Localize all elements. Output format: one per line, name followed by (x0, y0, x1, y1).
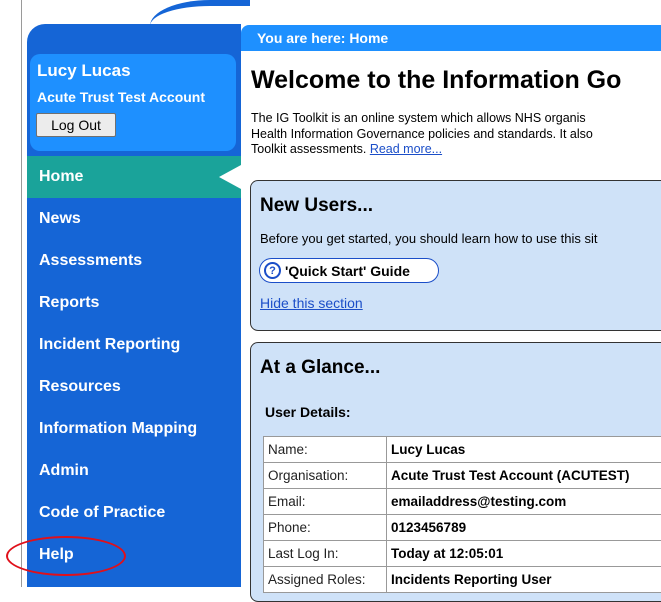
table-row: Name: Lucy Lucas (264, 437, 661, 463)
nav-item-home[interactable]: Home (27, 156, 241, 198)
intro-line-2: Health Information Governance policies a… (251, 127, 661, 143)
detail-key: Assigned Roles: (264, 567, 387, 593)
breadcrumb: You are here: Home (257, 30, 388, 46)
intro-line-3-text: Toolkit assessments. (251, 142, 366, 156)
detail-value: 0123456789 (387, 515, 661, 541)
user-details-label: User Details: (265, 404, 351, 420)
nav-item-news[interactable]: News (27, 198, 241, 240)
nav-item-assessments[interactable]: Assessments (27, 240, 241, 282)
quick-start-guide-button[interactable]: ? 'Quick Start' Guide (259, 258, 439, 283)
table-row: Phone: 0123456789 (264, 515, 661, 541)
read-more-link[interactable]: Read more... (370, 142, 442, 156)
question-mark-icon: ? (264, 262, 281, 279)
header-swoosh (150, 0, 250, 26)
detail-value: Today at 12:05:01 (387, 541, 661, 567)
nav-item-incident-reporting[interactable]: Incident Reporting (27, 324, 241, 366)
table-row: Last Log In: Today at 12:05:01 (264, 541, 661, 567)
help-highlight-annotation (6, 536, 126, 576)
new-users-text: Before you get started, you should learn… (260, 231, 597, 246)
nav-item-admin[interactable]: Admin (27, 450, 241, 492)
detail-value: Lucy Lucas (387, 437, 661, 463)
intro-line-1: The IG Toolkit is an online system which… (251, 111, 661, 127)
table-row: Assigned Roles: Incidents Reporting User (264, 567, 661, 593)
user-details-table: Name: Lucy Lucas Organisation: Acute Tru… (263, 436, 661, 593)
nav-item-code-of-practice[interactable]: Code of Practice (27, 492, 241, 534)
page-title: Welcome to the Information Go (251, 66, 621, 95)
new-users-heading: New Users... (260, 195, 373, 217)
detail-key: Last Log In: (264, 541, 387, 567)
intro-text: The IG Toolkit is an online system which… (251, 111, 661, 158)
active-indicator-notch (219, 165, 241, 189)
logout-button[interactable]: Log Out (36, 113, 116, 137)
page-left-border (21, 0, 22, 587)
user-account: Acute Trust Test Account (37, 89, 205, 105)
nav-item-resources[interactable]: Resources (27, 366, 241, 408)
detail-value: emailaddress@testing.com (387, 489, 661, 515)
user-name: Lucy Lucas (37, 61, 131, 81)
table-row: Organisation: Acute Trust Test Account (… (264, 463, 661, 489)
intro-line-3: Toolkit assessments. Read more... (251, 142, 661, 158)
at-a-glance-heading: At a Glance... (260, 357, 380, 379)
nav-item-information-mapping[interactable]: Information Mapping (27, 408, 241, 450)
detail-value: Acute Trust Test Account (ACUTEST) (387, 463, 661, 489)
detail-key: Phone: (264, 515, 387, 541)
nav-item-reports[interactable]: Reports (27, 282, 241, 324)
detail-key: Name: (264, 437, 387, 463)
table-row: Email: emailaddress@testing.com (264, 489, 661, 515)
detail-key: Email: (264, 489, 387, 515)
quick-start-guide-label: 'Quick Start' Guide (285, 263, 410, 279)
hide-section-link[interactable]: Hide this section (260, 295, 363, 311)
detail-key: Organisation: (264, 463, 387, 489)
detail-value: Incidents Reporting User (387, 567, 661, 593)
